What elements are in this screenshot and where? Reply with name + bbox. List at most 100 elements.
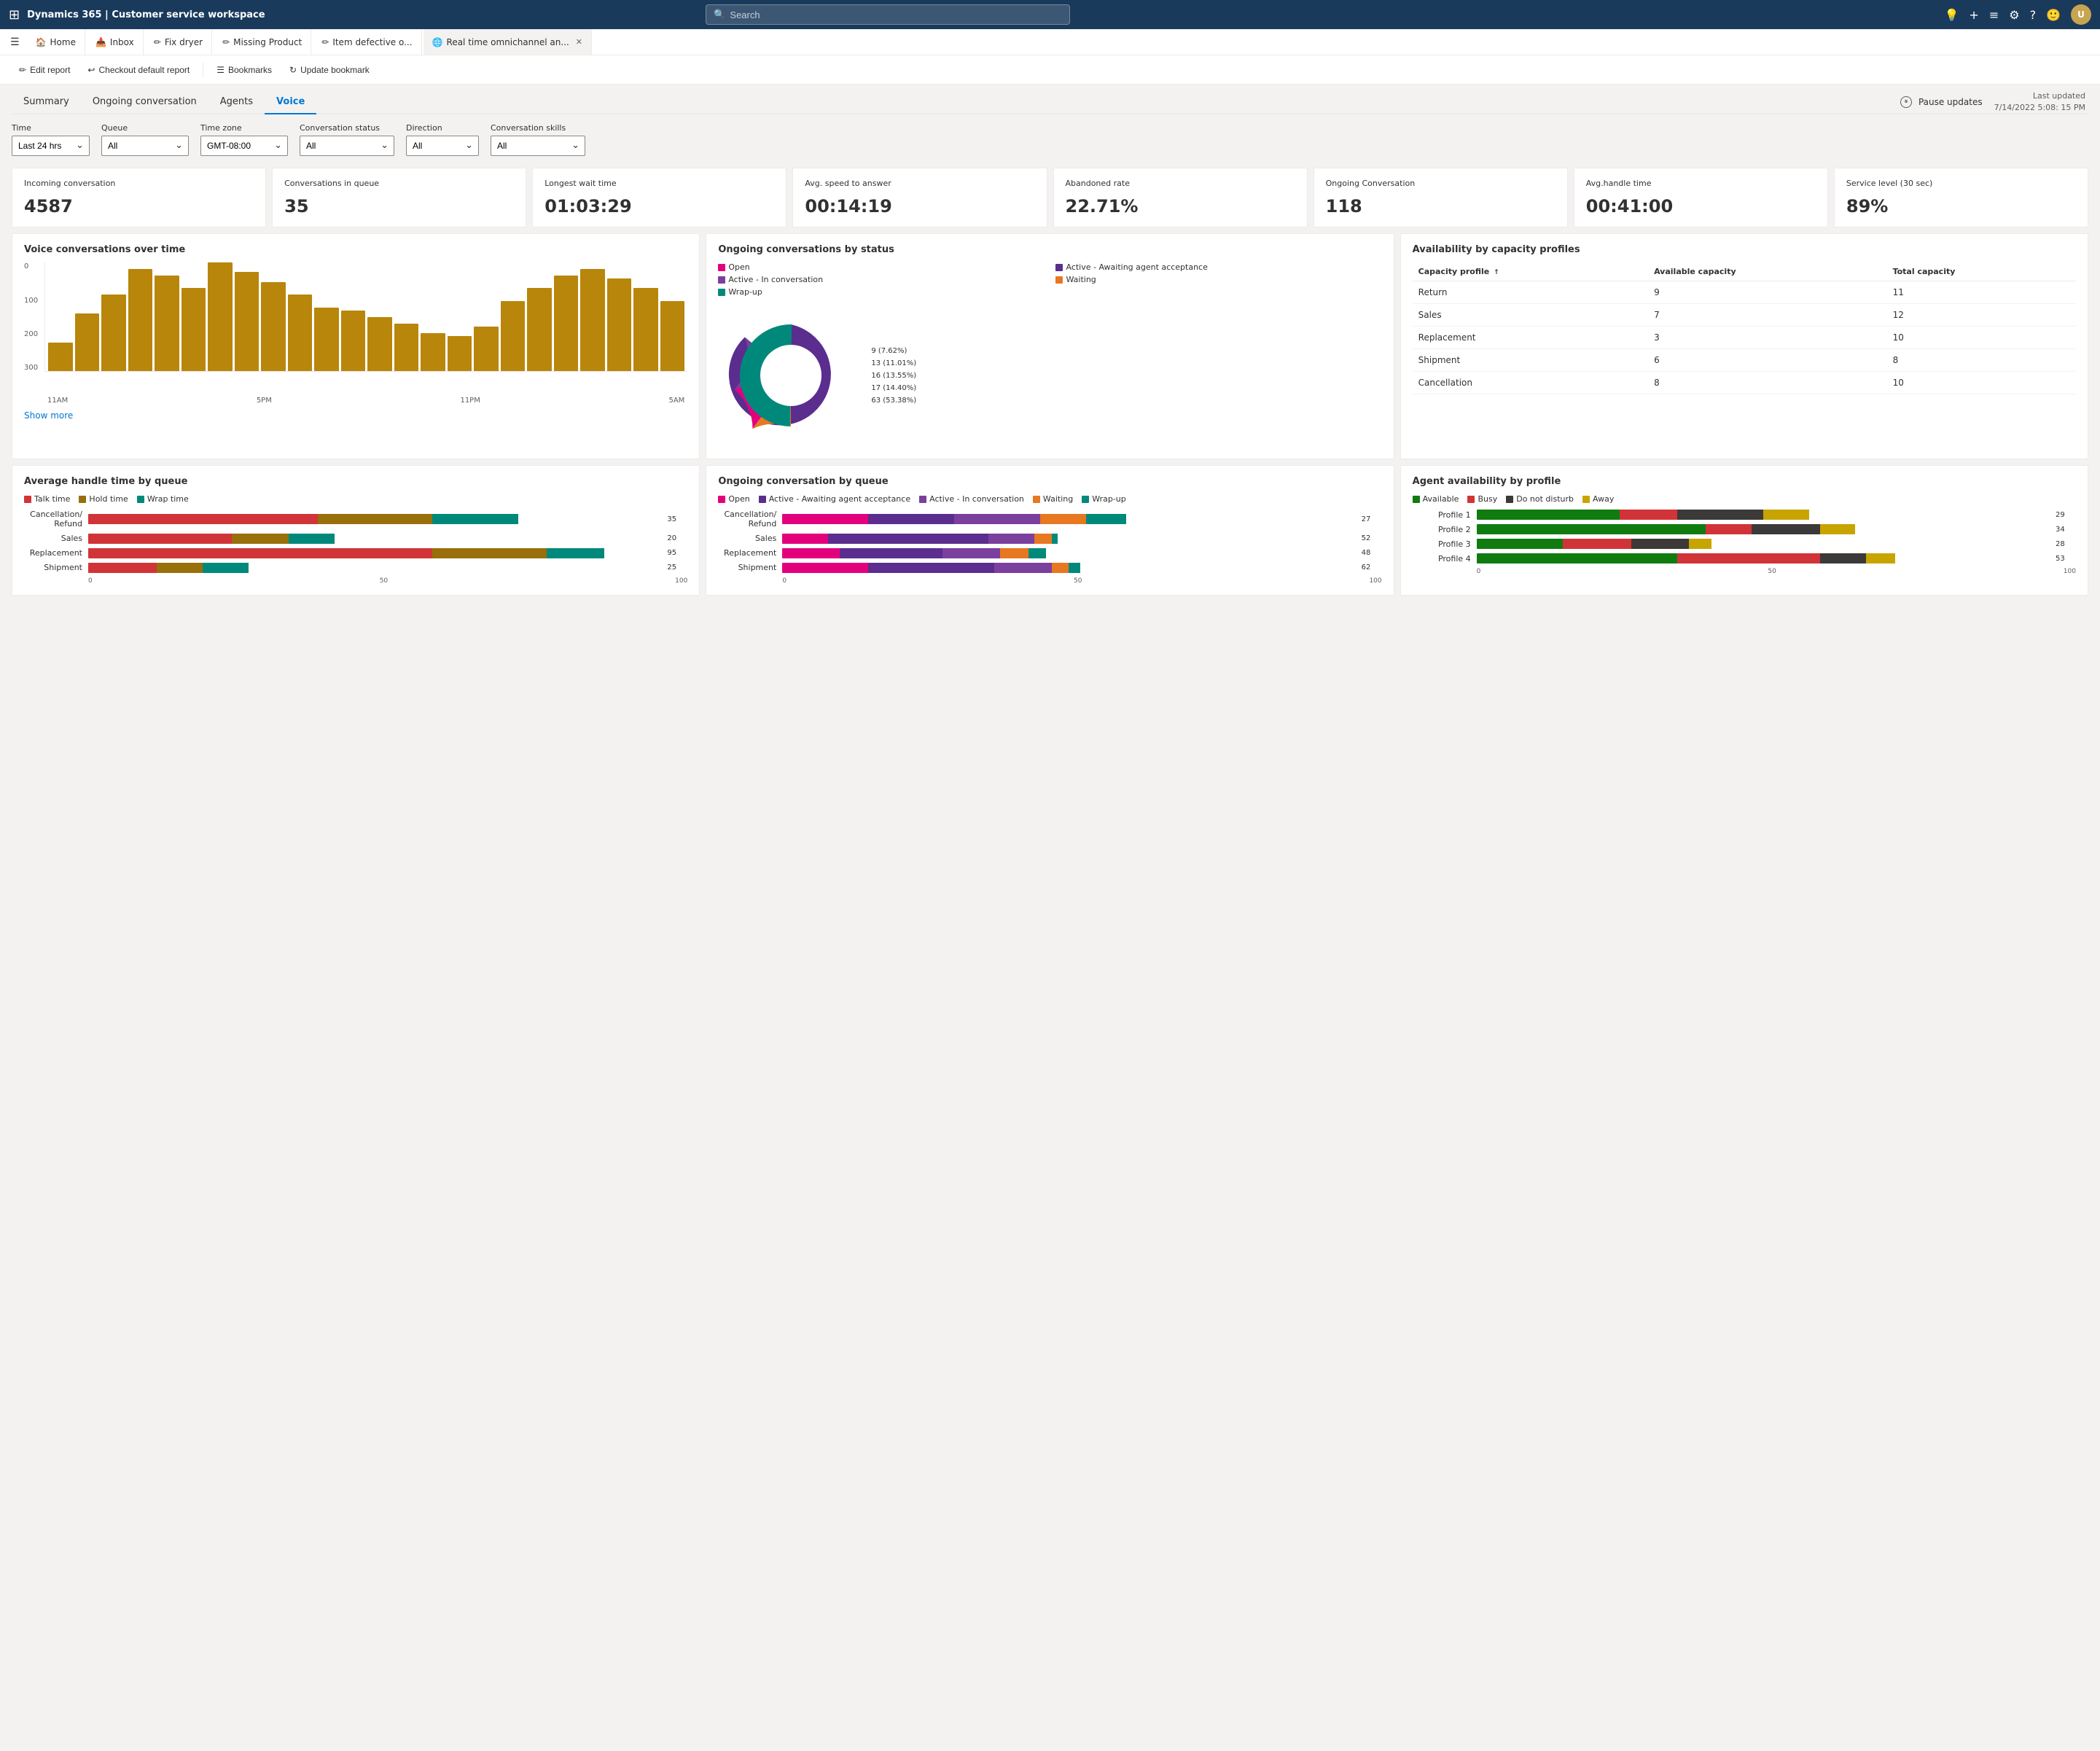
globe-icon: 🌐 bbox=[432, 37, 443, 47]
availability-capacity-title: Availability by capacity profiles bbox=[1413, 244, 2076, 255]
lightbulb-icon[interactable]: 💡 bbox=[1945, 8, 1959, 22]
brand-label: Dynamics 365 | Customer service workspac… bbox=[27, 9, 265, 20]
legend-item: Away bbox=[1582, 494, 1614, 504]
filter-queue-select[interactable]: All bbox=[101, 136, 189, 156]
tab-real-time[interactable]: 🌐 Real time omnichannel an... ✕ bbox=[423, 29, 592, 55]
hbar-track bbox=[1477, 539, 2050, 549]
edit-report-button[interactable]: ✏ Edit report bbox=[12, 60, 77, 80]
search-box[interactable]: 🔍 bbox=[706, 4, 1070, 25]
filter-conv-status-select[interactable]: All bbox=[300, 136, 394, 156]
tab-missing-product[interactable]: ✏ Missing Product bbox=[214, 29, 311, 55]
main-content: Summary Ongoing conversation Agents Voic… bbox=[0, 85, 2100, 1751]
hbar-segment bbox=[1052, 534, 1058, 544]
tab-agents[interactable]: Agents bbox=[208, 90, 265, 114]
table-row: Cancellation810 bbox=[1413, 372, 2076, 394]
hbar-value: 95 bbox=[667, 549, 687, 557]
hbar-segment bbox=[1866, 553, 1894, 563]
filter-direction-wrap: All bbox=[406, 136, 479, 156]
bar bbox=[633, 288, 658, 371]
hbar-row: Cancellation/Refund27 bbox=[718, 510, 1381, 529]
emoji-icon[interactable]: 🙂 bbox=[2046, 8, 2061, 22]
update-bookmark-button[interactable]: ↻ Update bookmark bbox=[282, 60, 377, 80]
hbar-segment bbox=[547, 548, 604, 558]
avg-handle-x-ticks: 0 50 100 bbox=[88, 577, 687, 585]
ongoing-by-queue-card: Ongoing conversation by queue OpenActive… bbox=[706, 465, 1394, 595]
hbar-segment bbox=[782, 514, 868, 524]
filter-skills-select[interactable]: All bbox=[491, 136, 585, 156]
hbar-label: Profile 2 bbox=[1413, 525, 1471, 534]
hbar-segment bbox=[1477, 524, 1706, 534]
pause-updates-button[interactable]: ⏸ Pause updates bbox=[1900, 96, 1983, 108]
filter-direction-select[interactable]: All bbox=[406, 136, 479, 156]
legend-item: Do not disturb bbox=[1506, 494, 1574, 504]
legend-item: Talk time bbox=[24, 494, 70, 504]
hbar-row: Sales20 bbox=[24, 534, 687, 544]
hbar-segment bbox=[1034, 534, 1052, 544]
hbar-value: 62 bbox=[1362, 563, 1382, 572]
hbar-segment bbox=[1040, 514, 1086, 524]
hbar-segment bbox=[782, 548, 840, 558]
capacity-table-scroll[interactable]: Capacity profile ↑ Available capacity To… bbox=[1413, 262, 2076, 394]
hbar-segment bbox=[1563, 539, 1631, 549]
hbar-segment bbox=[1620, 510, 1677, 520]
y-axis-labels: 300 200 100 0 bbox=[24, 262, 38, 372]
search-icon: 🔍 bbox=[714, 9, 725, 20]
kpi-card: Longest wait time01:03:29 bbox=[532, 168, 786, 227]
hbar-row: Sales52 bbox=[718, 534, 1381, 544]
tab-fix-dryer[interactable]: ✏ Fix dryer bbox=[145, 29, 212, 55]
hbar-row: Cancellation/Refund35 bbox=[24, 510, 687, 529]
avg-handle-legend: Talk timeHold timeWrap time bbox=[24, 494, 687, 504]
hbar-value: 20 bbox=[667, 534, 687, 542]
filter-timezone-select[interactable]: GMT-08:00 GMT-05:00 bbox=[200, 136, 288, 156]
kpi-card: Avg. speed to answer00:14:19 bbox=[792, 168, 1047, 227]
app-grid-icon[interactable]: ⊞ bbox=[9, 7, 20, 23]
bookmarks-button[interactable]: ☰ Bookmarks bbox=[209, 60, 279, 80]
hbar-segment bbox=[1477, 539, 1563, 549]
legend-item: Open bbox=[718, 262, 1044, 272]
hbar-segment bbox=[988, 534, 1034, 544]
show-more-link[interactable]: Show more bbox=[24, 410, 73, 421]
voice-over-time-title: Voice conversations over time bbox=[24, 244, 687, 255]
legend-item: Open bbox=[718, 494, 749, 504]
tab-home[interactable]: 🏠 Home bbox=[27, 29, 85, 55]
close-tab-icon[interactable]: ✕ bbox=[576, 37, 582, 47]
filters-row: Time Last 24 hrs Last 7 days Last 30 day… bbox=[12, 114, 2088, 162]
hbar-segment bbox=[289, 534, 335, 544]
avatar[interactable]: U bbox=[2071, 4, 2091, 25]
hbar-track bbox=[1477, 553, 2050, 563]
filter-queue: Queue All bbox=[101, 123, 189, 156]
tab-ongoing-conversation[interactable]: Ongoing conversation bbox=[81, 90, 208, 114]
tab-summary[interactable]: Summary bbox=[12, 90, 81, 114]
kpi-row: Incoming conversation4587Conversations i… bbox=[12, 168, 2088, 227]
hbar-label: Replacement bbox=[718, 548, 776, 558]
help-icon[interactable]: ? bbox=[2030, 8, 2037, 22]
legend-item: Wrap-up bbox=[718, 287, 1044, 297]
donut-chart bbox=[718, 303, 864, 448]
hbar-segment bbox=[203, 563, 249, 573]
hbar-segment bbox=[1689, 539, 1711, 549]
hbar-segment bbox=[1677, 510, 1763, 520]
tab-item-defective[interactable]: ✏ Item defective o... bbox=[313, 29, 421, 55]
tab-inbox[interactable]: 📥 Inbox bbox=[87, 29, 144, 55]
sidebar-toggle-icon[interactable]: ☰ bbox=[4, 36, 26, 48]
filter-time-select[interactable]: Last 24 hrs Last 7 days Last 30 days bbox=[12, 136, 90, 156]
filter-direction-label: Direction bbox=[406, 123, 479, 133]
filter-conv-status-wrap: All bbox=[300, 136, 394, 156]
hbar-track bbox=[88, 548, 661, 558]
bar bbox=[101, 295, 126, 371]
hbar-segment bbox=[1820, 553, 1866, 563]
hbar-row: Shipment62 bbox=[718, 563, 1381, 573]
tab-voice[interactable]: Voice bbox=[265, 90, 316, 114]
avg-handle-time-title: Average handle time by queue bbox=[24, 476, 687, 487]
report-tabs-right: ⏸ Pause updates Last updated 7/14/2022 5… bbox=[1900, 90, 2088, 113]
bar bbox=[501, 301, 526, 371]
checkout-button[interactable]: ↩ Checkout default report bbox=[80, 60, 197, 80]
kpi-value: 4587 bbox=[24, 196, 254, 217]
ongoing-queue-chart: Cancellation/Refund27Sales52Replacement4… bbox=[718, 510, 1381, 572]
add-icon[interactable]: + bbox=[1969, 8, 1978, 22]
kpi-value: 118 bbox=[1326, 196, 1556, 217]
settings-icon[interactable]: ⚙ bbox=[2009, 8, 2019, 22]
search-input[interactable] bbox=[730, 9, 1062, 20]
menu-icon[interactable]: ≡ bbox=[1989, 8, 1999, 22]
kpi-card: Service level (30 sec)89% bbox=[1834, 168, 2088, 227]
